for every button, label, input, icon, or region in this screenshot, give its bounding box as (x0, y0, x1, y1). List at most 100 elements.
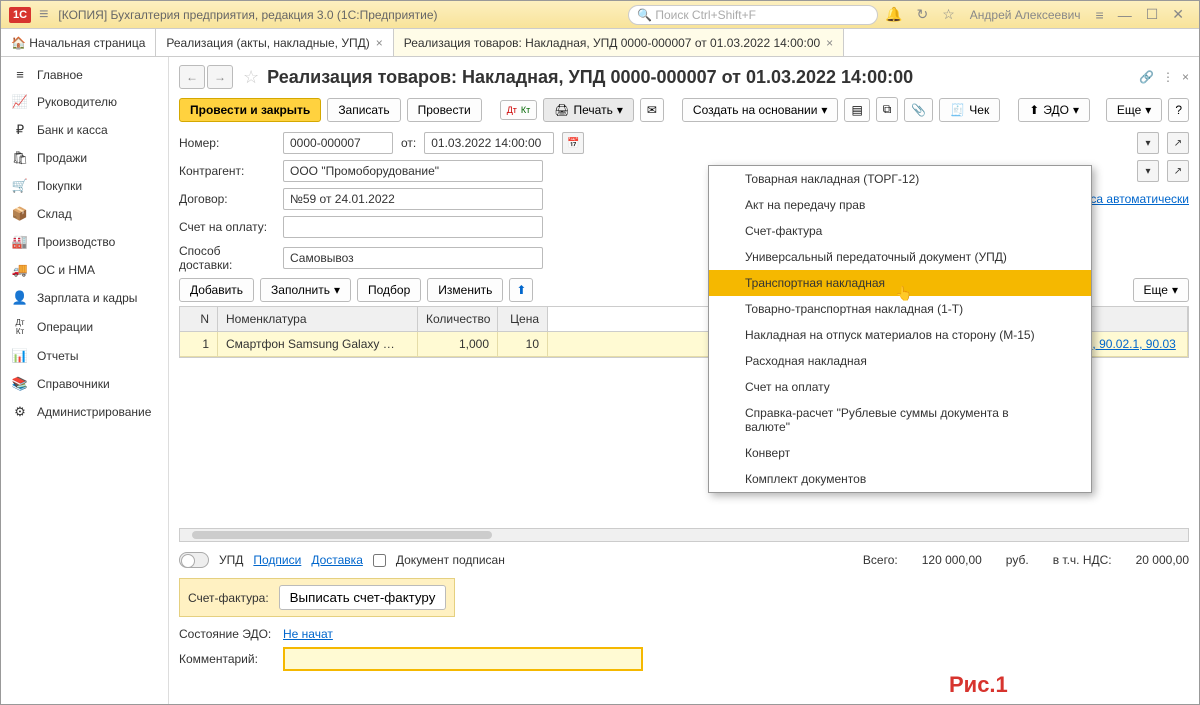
sidebar-item-catalogs[interactable]: 📚Справочники (1, 370, 168, 398)
contract-field[interactable]: №59 от 24.01.2022 (283, 188, 543, 210)
dtkt-button[interactable]: ДтКт (500, 100, 538, 120)
col-price[interactable]: Цена (498, 307, 548, 331)
print-act[interactable]: Акт на передачу прав (709, 192, 1091, 218)
link-icon[interactable]: 🔗 (1139, 70, 1154, 84)
sidebar-item-admin[interactable]: ⚙Администрирование (1, 398, 168, 426)
settings-icon[interactable]: ≡ (1096, 7, 1104, 23)
print-pack[interactable]: Комплект документов (709, 466, 1091, 492)
select-button[interactable]: Подбор (357, 278, 421, 302)
open-icon[interactable]: ↗ (1167, 160, 1189, 182)
edo-status-link[interactable]: Не начат (283, 627, 333, 641)
dropdown-icon[interactable]: ▾ (1137, 160, 1159, 182)
print-m15[interactable]: Накладная на отпуск материалов на сторон… (709, 322, 1091, 348)
close-icon[interactable]: ✕ (1172, 6, 1184, 23)
tab-realizations-list[interactable]: Реализация (акты, накладные, УПД) × (156, 29, 393, 56)
move-up-button[interactable]: ⬆ (509, 278, 533, 302)
open-icon[interactable]: ↗ (1167, 132, 1189, 154)
star-icon[interactable]: ☆ (942, 6, 955, 23)
sidebar-item-label: Банк и касса (37, 123, 108, 137)
tab-close-icon[interactable]: × (376, 36, 383, 50)
delivery-field[interactable]: Самовывоз (283, 247, 543, 269)
signatures-link[interactable]: Подписи (253, 553, 301, 567)
post-and-close-button[interactable]: Провести и закрыть (179, 98, 321, 122)
hamburger-icon[interactable]: ≡ (39, 6, 48, 24)
attach-button[interactable]: 📎 (904, 98, 933, 122)
sidebar-item-warehouse[interactable]: 📦Склад (1, 200, 168, 228)
sidebar-item-bank[interactable]: ₽ Банк и касса (1, 116, 168, 144)
tab-home[interactable]: 🏠 Начальная страница (1, 29, 156, 56)
print-currency-ref[interactable]: Справка-расчет "Рублевые суммы документа… (709, 400, 1091, 440)
calendar-icon[interactable]: 📅 (562, 132, 584, 154)
chevron-down-icon: ▾ (1172, 283, 1178, 297)
upd-toggle[interactable] (179, 552, 209, 568)
sidebar-item-assets[interactable]: 🚚ОС и НМА (1, 256, 168, 284)
print-bill[interactable]: Счет на оплату (709, 374, 1091, 400)
print-envelope[interactable]: Конверт (709, 440, 1091, 466)
search-input[interactable]: 🔍 Поиск Ctrl+Shift+F (628, 5, 878, 25)
ruble-icon: ₽ (11, 122, 29, 138)
toolbar: Провести и закрыть Записать Провести ДтК… (179, 97, 1189, 122)
print-button[interactable]: 🖨 Печать ▾ (543, 98, 634, 122)
sidebar-item-label: Главное (37, 68, 83, 82)
counterparty-label: Контрагент: (179, 164, 275, 178)
horizontal-scrollbar[interactable] (179, 528, 1189, 542)
sidebar-item-purchases[interactable]: 🛒Покупки (1, 172, 168, 200)
table-more-button[interactable]: Еще ▾ (1133, 278, 1189, 302)
app-title: [КОПИЯ] Бухгалтерия предприятия, редакци… (58, 8, 437, 22)
tab-document[interactable]: Реализация товаров: Накладная, УПД 0000-… (394, 29, 844, 56)
add-row-button[interactable]: Добавить (179, 278, 254, 302)
print-upd[interactable]: Универсальный передаточный документ (УПД… (709, 244, 1091, 270)
col-quantity[interactable]: Количество (418, 307, 498, 331)
help-button[interactable]: ? (1168, 98, 1189, 122)
print-invoice[interactable]: Счет-фактура (709, 218, 1091, 244)
bell-icon[interactable]: 🔔 (885, 6, 902, 23)
tab-close-icon[interactable]: × (826, 36, 833, 50)
sidebar-item-operations[interactable]: Дт КтОперации (1, 312, 168, 342)
invoice-for-field[interactable] (283, 216, 543, 238)
comment-field[interactable] (283, 647, 643, 671)
col-nomenclature[interactable]: Номенклатура (218, 307, 418, 331)
post-button[interactable]: Провести (407, 98, 482, 122)
chart-icon: 📈 (11, 94, 29, 110)
print-torg12[interactable]: Товарная накладная (ТОРГ-12) (709, 166, 1091, 192)
check-button[interactable]: 🧾 Чек (939, 98, 1000, 122)
history-icon[interactable]: ↻ (916, 6, 928, 23)
list-button[interactable]: ▤ (844, 98, 869, 122)
sidebar-item-hr[interactable]: 👤Зарплата и кадры (1, 284, 168, 312)
kebab-icon[interactable]: ⋮ (1162, 70, 1174, 84)
tab-home-label: Начальная страница (29, 36, 145, 50)
sidebar-item-reports[interactable]: 📊Отчеты (1, 342, 168, 370)
copy-button[interactable]: ⧉ (876, 97, 899, 122)
date-field[interactable]: 01.03.2022 14:00:00 (424, 132, 554, 154)
favorite-icon[interactable]: ☆ (243, 67, 259, 88)
cart-icon: 🛒 (11, 178, 29, 194)
chevron-down-icon: ▾ (334, 283, 340, 297)
edo-button[interactable]: ⬆ ЭДО ▾ (1018, 98, 1090, 122)
sidebar-item-production[interactable]: 🏭Производство (1, 228, 168, 256)
edo-label: ЭДО (1043, 103, 1069, 117)
create-based-button[interactable]: Создать на основании ▾ (682, 98, 839, 122)
save-button[interactable]: Записать (327, 98, 400, 122)
dropdown-icon[interactable]: ▾ (1137, 132, 1159, 154)
more-button[interactable]: Еще ▾ (1106, 98, 1162, 122)
mail-button[interactable]: ✉ (640, 98, 664, 122)
sidebar-item-manager[interactable]: 📈Руководителю (1, 88, 168, 116)
number-field[interactable]: 0000-000007 (283, 132, 393, 154)
fill-button[interactable]: Заполнить ▾ (260, 278, 351, 302)
edit-button[interactable]: Изменить (427, 278, 503, 302)
home-icon: 🏠 (11, 36, 26, 50)
doc-signed-checkbox[interactable] (373, 554, 386, 567)
sidebar-item-main[interactable]: ≡Главное (1, 61, 168, 88)
minimize-icon[interactable]: — (1118, 7, 1132, 23)
nav-back-button[interactable]: ← (179, 65, 205, 89)
sidebar-item-sales[interactable]: 🛍Продажи (1, 144, 168, 172)
maximize-icon[interactable]: ☐ (1146, 6, 1159, 23)
write-invoice-button[interactable]: Выписать счет-фактуру (279, 585, 447, 610)
close-page-icon[interactable]: × (1182, 70, 1189, 84)
col-n[interactable]: N (180, 307, 218, 331)
delivery-link[interactable]: Доставка (311, 553, 363, 567)
user-name[interactable]: Андрей Алексеевич (970, 8, 1081, 22)
print-expense[interactable]: Расходная накладная (709, 348, 1091, 374)
nav-forward-button[interactable]: → (207, 65, 233, 89)
counterparty-field[interactable]: ООО "Промоборудование" (283, 160, 543, 182)
